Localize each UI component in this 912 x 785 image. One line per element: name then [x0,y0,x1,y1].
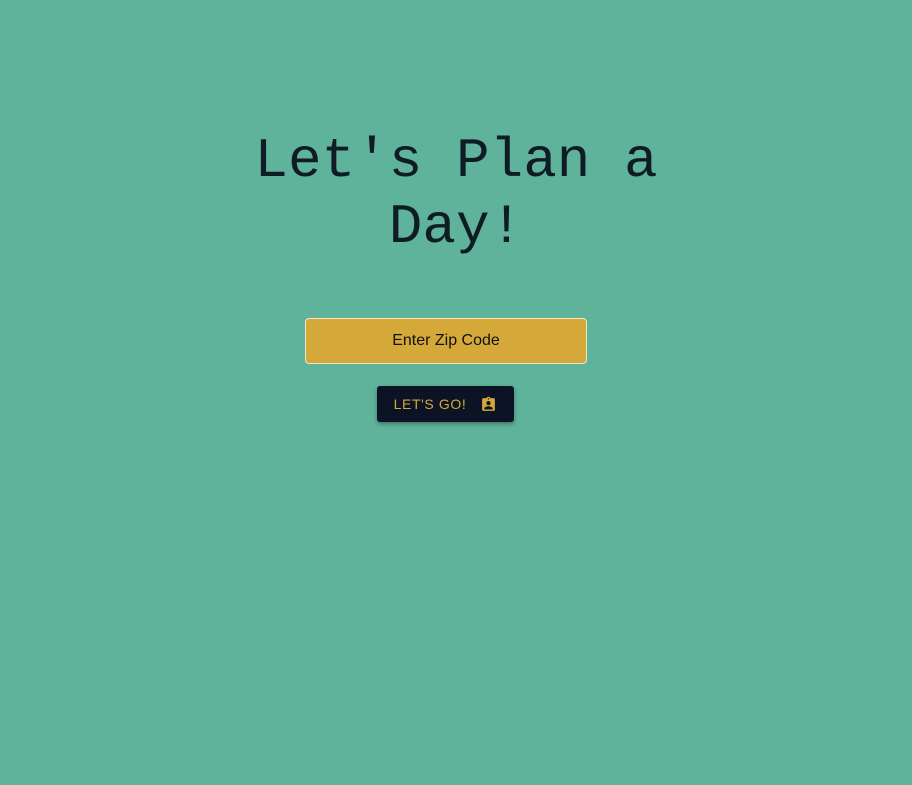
contact-card-icon [480,396,497,413]
zip-code-input[interactable] [305,318,587,364]
page-title-line-2: Day! [388,195,524,259]
page-title-line-1: Let's Plan a [254,129,658,193]
page-title: Let's Plan a Day! [0,128,912,260]
lets-go-button[interactable]: LET'S GO! [377,386,514,422]
lets-go-button-label: LET'S GO! [393,396,467,412]
